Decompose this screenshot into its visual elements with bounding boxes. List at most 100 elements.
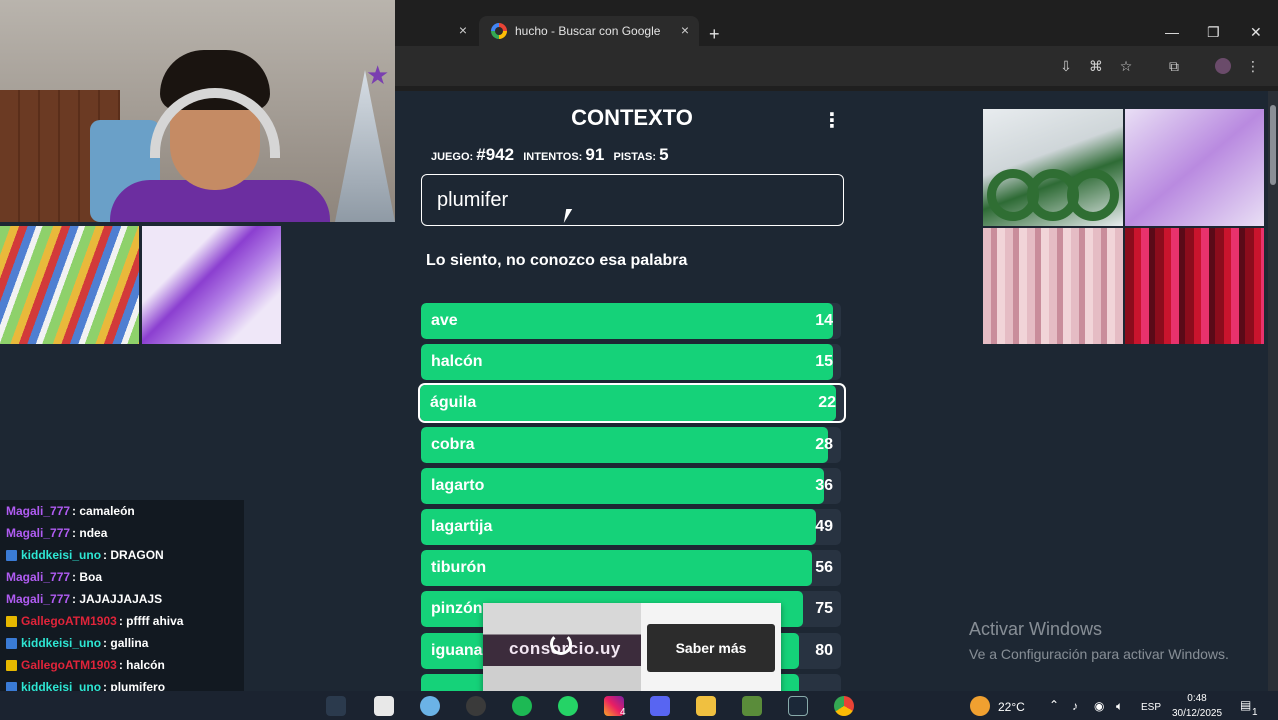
result-rank: 28: [815, 435, 833, 453]
attempts-count: 91: [585, 145, 605, 164]
notifications-icon[interactable]: ▤: [1240, 698, 1251, 712]
new-tab-button[interactable]: +: [709, 24, 720, 45]
result-rank: 56: [815, 559, 833, 577]
minimize-icon[interactable]: —: [1165, 24, 1179, 40]
bookmark-star-icon[interactable]: ☆: [1118, 58, 1134, 74]
game-menu-icon[interactable]: ⋮: [822, 108, 842, 133]
hints-count: 5: [659, 145, 669, 164]
chat-message: Magali_777: camaleón: [0, 500, 244, 522]
chat-text: : Boa: [72, 570, 103, 584]
chat-username[interactable]: GallegoATM1903: [21, 614, 117, 628]
minecraft-icon[interactable]: [742, 696, 762, 716]
game-number: #942: [476, 145, 515, 164]
language-indicator[interactable]: ESP: [1141, 702, 1161, 713]
restore-icon[interactable]: ❐: [1207, 24, 1220, 41]
lilac-pipe-cleaners-image[interactable]: [1124, 109, 1264, 226]
ad-popup: consorcio.uy Saber más: [483, 603, 781, 693]
chat-message: kiddkeisi_uno: gallina: [0, 632, 244, 654]
result-row: halcón 15: [421, 344, 841, 381]
chat-username[interactable]: kiddkeisi_uno: [21, 548, 101, 562]
attempts-label: INTENTOS:: [523, 151, 583, 163]
stream-image-thumbnails: [0, 226, 281, 344]
result-row: tiburón 56: [421, 550, 841, 587]
browser-window: × hucho - Buscar con Google × + — ❐ ✕ ⇩ …: [395, 0, 1278, 91]
tab-active[interactable]: hucho - Buscar con Google ×: [479, 16, 699, 46]
chat-message: Magali_777: Boa: [0, 566, 244, 588]
game-stats: JUEGO: #942 INTENTOS: 91 PISTAS: 5: [431, 145, 669, 165]
result-word: lagartija: [431, 518, 493, 535]
extensions-icon[interactable]: ⧉: [1166, 58, 1182, 74]
result-rank: 22: [818, 394, 836, 412]
task-view-icon[interactable]: [326, 696, 346, 716]
red-pipe-cleaners-image[interactable]: [1124, 227, 1264, 344]
chat-message: GallegoATM1903: halcón: [0, 654, 244, 676]
whatsapp-icon[interactable]: [558, 696, 578, 716]
result-word: cobra: [431, 435, 475, 453]
chat-text: : gallina: [103, 636, 149, 650]
result-row: lagartija 49: [421, 509, 841, 545]
chat-username[interactable]: kiddkeisi_uno: [21, 636, 101, 650]
app-icon[interactable]: [420, 696, 440, 716]
instagram-badge: 4: [620, 707, 626, 718]
result-word: tiburón: [431, 559, 487, 577]
webcam-overlay: ★: [0, 0, 395, 222]
result-rank: 36: [815, 476, 833, 494]
steam-icon[interactable]: [788, 696, 808, 716]
result-word: pinzón: [431, 600, 483, 618]
result-rank: 75: [815, 600, 833, 618]
pink-pipe-cleaners-image[interactable]: [983, 227, 1123, 344]
chat-badge-icon: [6, 659, 17, 671]
weather-icon[interactable]: [970, 696, 990, 716]
obs-icon[interactable]: [466, 696, 486, 716]
result-proximity-bar: [421, 426, 829, 463]
chat-username[interactable]: Magali_777: [6, 504, 70, 518]
hints-label: PISTAS:: [613, 151, 657, 163]
error-message: Lo siento, no conozco esa palabra: [426, 252, 688, 269]
chevron-up-icon[interactable]: ⌃: [1049, 698, 1059, 712]
guess-input[interactable]: [421, 174, 844, 226]
tab-inactive[interactable]: ×: [395, 16, 477, 46]
chat-username[interactable]: GallegoATM1903: [21, 658, 117, 672]
result-rank: 80: [815, 641, 833, 659]
temperature: 22°C: [998, 700, 1025, 714]
steam-tray-icon[interactable]: ◉: [1094, 699, 1104, 713]
tab-close-icon[interactable]: ×: [459, 22, 467, 38]
watermark-title: Activar Windows: [969, 619, 1103, 639]
replay-icon[interactable]: [550, 633, 572, 655]
close-window-icon[interactable]: ✕: [1250, 24, 1262, 41]
learn-more-button[interactable]: Saber más: [647, 624, 775, 672]
result-proximity-bar: [420, 385, 836, 422]
ad-image[interactable]: consorcio.uy: [483, 603, 641, 693]
clock-time[interactable]: 0:48: [1172, 693, 1222, 704]
result-proximity-bar: [421, 303, 833, 339]
browser-toolbar: ⇩ ⌘ ☆ ⧉ ⋮: [395, 46, 1278, 86]
product-images: [983, 109, 1264, 344]
scrollbar-thumb[interactable]: [1270, 105, 1276, 185]
chat-username[interactable]: Magali_777: [6, 570, 70, 584]
stream-chat: Magali_777: camaleón Magali_777: ndea kidd…: [0, 500, 244, 720]
clock-date[interactable]: 30/12/2025: [1168, 708, 1226, 719]
chrome-icon[interactable]: [834, 696, 854, 716]
chat-username[interactable]: Magali_777: [6, 526, 70, 540]
chat-badge-icon: [6, 637, 17, 649]
tab-close-icon[interactable]: ×: [681, 22, 689, 38]
profile-avatar-icon[interactable]: [1215, 58, 1231, 74]
floral-tape-image[interactable]: [983, 109, 1123, 226]
result-row: lagarto 36: [421, 467, 841, 504]
page-scrollbar[interactable]: [1268, 91, 1278, 691]
discord-icon[interactable]: [650, 696, 670, 716]
install-app-icon[interactable]: ⇩: [1058, 58, 1074, 74]
file-explorer-icon[interactable]: [696, 696, 716, 716]
chat-message: Magali_777: ndea: [0, 522, 244, 544]
volume-icon[interactable]: 🔈︎: [1116, 699, 1123, 714]
chrome-menu-icon[interactable]: ⋮: [1245, 58, 1261, 74]
microphone-icon[interactable]: ♪: [1072, 699, 1078, 713]
result-rank: 15: [815, 353, 833, 371]
translate-icon[interactable]: ⌘: [1088, 58, 1104, 74]
chat-username[interactable]: Magali_777: [6, 592, 70, 606]
result-word: águila: [430, 394, 477, 412]
spotify-icon[interactable]: [512, 696, 532, 716]
capcut-icon[interactable]: [374, 696, 394, 716]
chat-text: : DRAGON: [103, 548, 164, 562]
result-rank: 49: [815, 518, 833, 535]
